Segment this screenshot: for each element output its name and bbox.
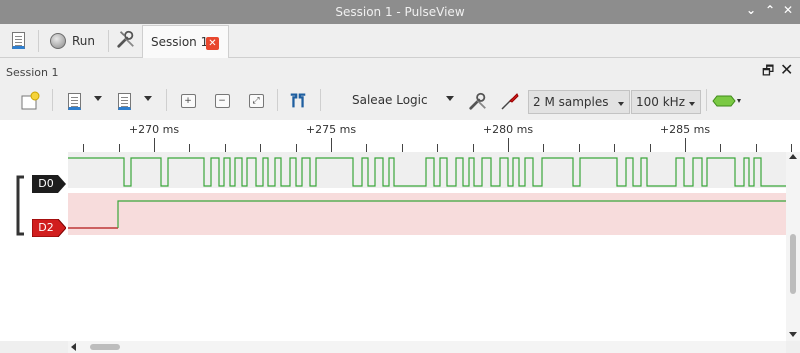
- device-config-button[interactable]: [468, 91, 488, 111]
- ruler-minor-tick: [366, 144, 367, 152]
- dock-titlebar: Session 1 🗗 ✕: [0, 59, 800, 83]
- device-selector[interactable]: Saleae Logic: [352, 93, 428, 107]
- ruler-major-tick: [508, 138, 509, 152]
- save-document-icon: [117, 92, 131, 110]
- ruler-minor-tick: [614, 144, 615, 152]
- ruler-minor-tick: [650, 144, 651, 152]
- toolbar-divider: [706, 89, 707, 111]
- ruler-minor-tick: [473, 144, 474, 152]
- tab-label: Session 1: [151, 35, 209, 49]
- toolbar-divider: [277, 89, 278, 111]
- ruler-minor-tick: [756, 144, 757, 152]
- window-title: Session 1 - PulseView: [335, 5, 465, 19]
- open-dropdown-icon[interactable]: [94, 96, 102, 101]
- tools-icon: [117, 30, 134, 48]
- open-button[interactable]: [64, 91, 84, 111]
- close-tab-icon[interactable]: ✕: [206, 37, 219, 50]
- toolbar-divider: [108, 30, 109, 52]
- scroll-thumb[interactable]: [90, 344, 120, 350]
- view-menu-button[interactable]: [8, 30, 28, 50]
- new-view-button[interactable]: [20, 91, 40, 111]
- main-toolbar: Run Session 1 ✕: [0, 24, 800, 58]
- toolbar-divider: [320, 89, 321, 111]
- zoom-in-button[interactable]: +: [178, 91, 198, 111]
- ruler-minor-tick: [543, 144, 544, 152]
- scroll-left-icon[interactable]: [71, 343, 76, 351]
- open-document-icon: [67, 92, 81, 110]
- close-dock-icon[interactable]: ✕: [780, 60, 793, 79]
- run-led-icon: [50, 33, 66, 49]
- trace-band-d2: [68, 193, 786, 235]
- ruler-minor-tick: [119, 144, 120, 152]
- toolbar-divider: [166, 89, 167, 111]
- toolbar-divider: [38, 30, 39, 52]
- document-icon: [11, 31, 25, 49]
- ruler-label: +285 ms: [659, 123, 711, 136]
- zoom-out-icon: −: [214, 94, 230, 108]
- dock-title: Session 1: [6, 66, 59, 79]
- run-button[interactable]: Run: [50, 30, 95, 52]
- ruler-minor-tick: [791, 144, 792, 152]
- minimize-icon[interactable]: ⌄: [746, 3, 756, 17]
- vertical-scrollbar[interactable]: [786, 152, 800, 341]
- channel-header-pane: D0 D2: [0, 152, 68, 341]
- logic-traces: [68, 152, 786, 235]
- ruler-minor-tick: [296, 144, 297, 152]
- float-dock-icon[interactable]: 🗗: [762, 62, 774, 84]
- probe-icon: [501, 93, 519, 110]
- new-document-icon: [21, 91, 40, 110]
- add-decoder-button[interactable]: [712, 91, 742, 111]
- decoder-icon: [712, 95, 741, 107]
- sample-count-value: 2 M samples: [533, 95, 609, 109]
- settings-button[interactable]: [116, 29, 136, 49]
- ruler-label: +275 ms: [305, 123, 357, 136]
- ruler-minor-tick: [579, 144, 580, 152]
- probe-config-button[interactable]: [500, 91, 520, 111]
- save-dropdown-icon[interactable]: [144, 96, 152, 101]
- scroll-thumb[interactable]: [790, 234, 796, 294]
- window-titlebar: Session 1 - PulseView ⌄ ⌃ ✕: [0, 0, 800, 24]
- channel-label-d0: D0: [38, 177, 54, 190]
- ruler-label: +280 ms: [482, 123, 534, 136]
- ruler-minor-tick: [720, 144, 721, 152]
- zoom-out-button[interactable]: −: [212, 91, 232, 111]
- device-dropdown-icon[interactable]: [446, 96, 454, 101]
- zoom-fit-icon: ⤢: [248, 94, 264, 108]
- trace-view[interactable]: [68, 152, 786, 341]
- time-ruler[interactable]: +270 ms +275 ms +280 ms +285 ms: [0, 120, 800, 152]
- chevron-down-icon: [618, 102, 624, 106]
- cursors-icon: [290, 93, 306, 108]
- tab-session-1[interactable]: Session 1 ✕: [142, 25, 229, 58]
- tools-icon: [469, 92, 486, 110]
- ruler-minor-tick: [260, 144, 261, 152]
- samplerate-select[interactable]: 100 kHz: [631, 90, 701, 114]
- save-button[interactable]: [114, 91, 134, 111]
- cursor-button[interactable]: [288, 91, 308, 111]
- scroll-up-icon[interactable]: [789, 154, 797, 159]
- ruler-minor-tick: [83, 144, 84, 152]
- ruler-minor-tick: [189, 144, 190, 152]
- ruler-minor-tick: [225, 144, 226, 152]
- ruler-major-tick: [154, 138, 155, 152]
- ruler-minor-tick: [402, 144, 403, 152]
- horizontal-scrollbar[interactable]: [68, 341, 786, 353]
- ruler-major-tick: [685, 138, 686, 152]
- run-label: Run: [72, 34, 96, 48]
- zoom-in-icon: +: [180, 94, 196, 108]
- maximize-icon[interactable]: ⌃: [765, 3, 775, 17]
- scroll-down-icon[interactable]: [789, 332, 797, 337]
- zoom-fit-button[interactable]: ⤢: [246, 91, 266, 111]
- ruler-label: +270 ms: [128, 123, 180, 136]
- trace-band-d0: [68, 152, 786, 188]
- close-window-icon[interactable]: ✕: [783, 3, 793, 17]
- sample-count-select[interactable]: 2 M samples: [528, 90, 630, 114]
- ruler-minor-tick: [437, 144, 438, 152]
- toolbar-divider: [52, 89, 53, 111]
- chevron-down-icon: [689, 102, 695, 106]
- channel-label-d2: D2: [38, 221, 54, 234]
- samplerate-value: 100 kHz: [636, 95, 685, 109]
- ruler-major-tick: [331, 138, 332, 152]
- session-toolbar: + − ⤢ Saleae Logic 2 M samples 100 kHz: [0, 83, 800, 120]
